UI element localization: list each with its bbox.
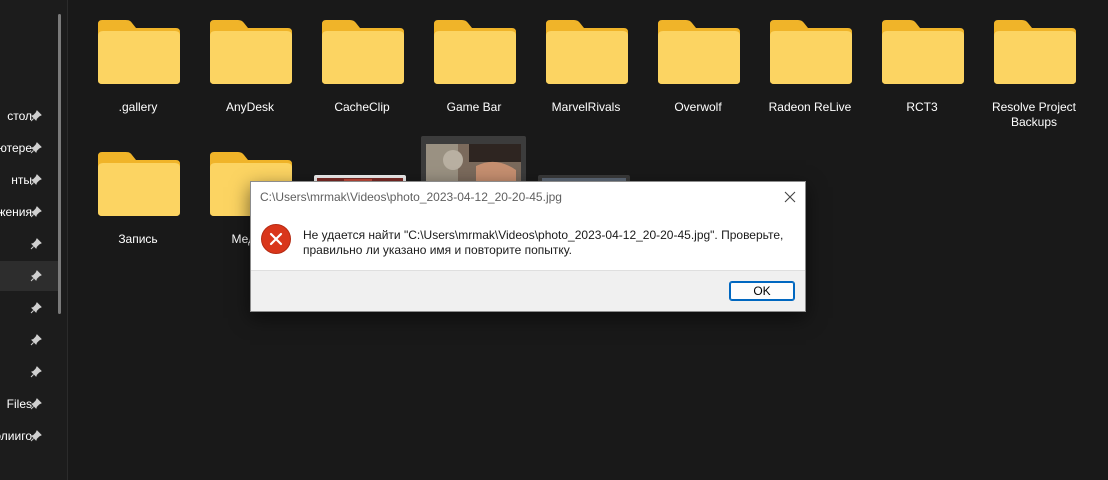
nav-item-documents[interactable]: нты — [0, 165, 58, 195]
folder-name: Game Bar — [446, 100, 502, 114]
folder-icon — [98, 20, 180, 84]
photo-thumbnail[interactable] — [421, 136, 526, 184]
ok-button[interactable]: OK — [729, 281, 795, 301]
error-icon — [261, 224, 291, 254]
dialog-titlebar[interactable]: C:\Users\mrmak\Videos\photo_2023-04-12_2… — [251, 182, 805, 212]
pin-icon[interactable] — [30, 302, 42, 314]
nav-item-9[interactable] — [0, 357, 58, 387]
pin-icon[interactable] — [30, 206, 42, 218]
nav-item-8[interactable] — [0, 325, 58, 355]
folder-icon — [322, 20, 404, 84]
nav-item-label: жения — [0, 205, 32, 219]
nav-item-label: Files — [6, 397, 32, 411]
folder-icon — [98, 152, 180, 216]
nav-item-files[interactable]: Files — [0, 389, 58, 419]
close-icon[interactable] — [775, 182, 805, 212]
dialog-title: C:\Users\mrmak\Videos\photo_2023-04-12_2… — [260, 190, 562, 204]
pin-icon[interactable] — [30, 110, 42, 122]
navigation-pane: стол ьютере нты жения Files олииго — [0, 0, 68, 480]
pin-icon[interactable] — [30, 366, 42, 378]
folder-name: Overwolf — [674, 100, 722, 114]
nav-item-11[interactable]: олииго — [0, 421, 58, 451]
folder-icon — [882, 20, 964, 84]
folder-icon — [210, 20, 292, 84]
error-dialog: C:\Users\mrmak\Videos\photo_2023-04-12_2… — [250, 181, 806, 312]
folder-icon — [658, 20, 740, 84]
message-line: Не удается найти "C:\Users\mrmak\Videos\… — [303, 228, 784, 242]
nav-item-images[interactable]: жения — [0, 197, 58, 227]
folder-icon — [770, 20, 852, 84]
folder-icon — [434, 20, 516, 84]
nav-item-this-pc[interactable]: ьютере — [0, 133, 58, 163]
dialog-footer: OK — [251, 270, 805, 311]
nav-item-label: ьютере — [0, 141, 32, 155]
sidebar-scrollbar[interactable] — [58, 14, 61, 314]
folder-name: AnyDesk — [225, 100, 275, 114]
nav-item-5[interactable] — [0, 229, 58, 259]
folder-icon — [994, 20, 1076, 84]
nav-item-videos-selected[interactable] — [0, 261, 58, 291]
folder-name: CacheClip — [334, 100, 390, 114]
pin-icon[interactable] — [30, 142, 42, 154]
folder-name: RCT3 — [906, 100, 938, 114]
nav-item-label: нты — [11, 173, 32, 187]
nav-item-7[interactable] — [0, 293, 58, 323]
message-line: правильно ли указано имя и повторите поп… — [303, 243, 572, 257]
pin-icon[interactable] — [30, 334, 42, 346]
nav-item-label: олииго — [0, 429, 32, 443]
nav-item-label: стол — [7, 109, 32, 123]
pin-icon[interactable] — [30, 238, 42, 250]
pin-icon[interactable] — [30, 430, 42, 442]
folder-name: MarvelRivals — [551, 100, 621, 114]
pin-icon[interactable] — [30, 174, 42, 186]
pin-icon[interactable] — [30, 270, 42, 282]
folder-name: .gallery — [118, 100, 158, 114]
folder-icon — [546, 20, 628, 84]
pin-icon[interactable] — [30, 398, 42, 410]
folder-name: Запись — [118, 232, 158, 246]
nav-item-desktop[interactable]: стол — [0, 101, 58, 131]
folder-name: Radeon ReLive — [768, 100, 852, 114]
dialog-message: Не удается найти "C:\Users\mrmak\Videos\… — [303, 228, 793, 258]
folder-name: Resolve Project Backups — [991, 100, 1077, 129]
